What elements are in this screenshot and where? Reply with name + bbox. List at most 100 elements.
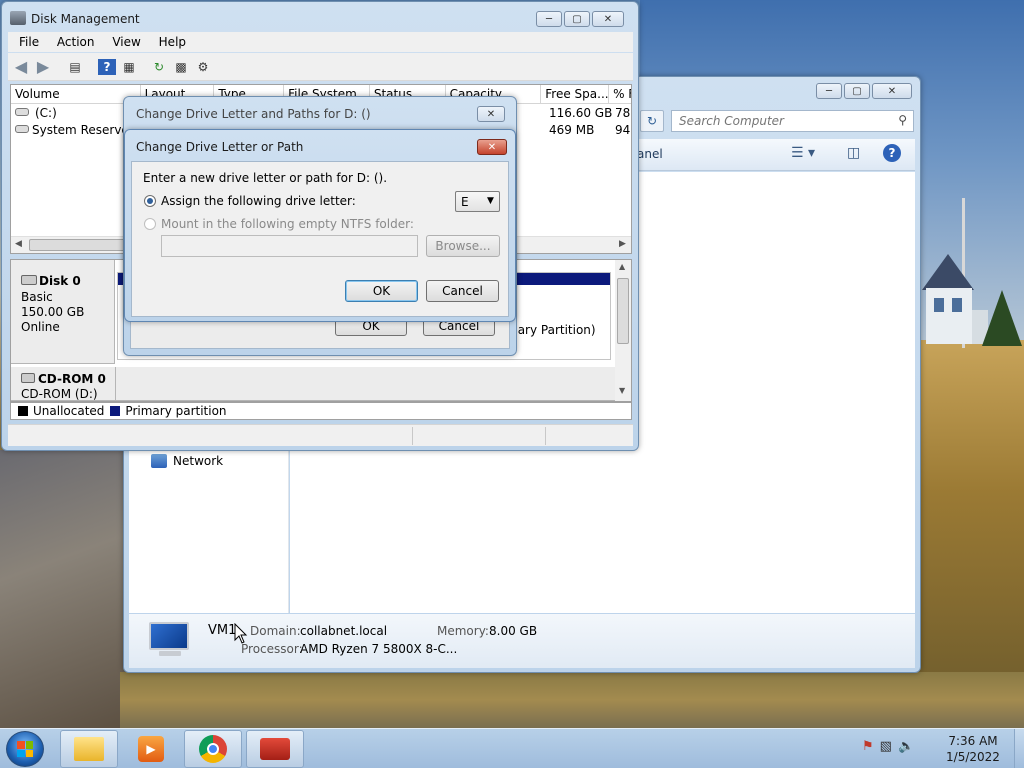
free-space: 116.60 GB bbox=[549, 106, 613, 120]
ok-button[interactable]: OK bbox=[345, 280, 418, 302]
column-percent-free[interactable]: % F bbox=[609, 85, 631, 103]
show-hide-console-icon[interactable]: ▤ bbox=[66, 59, 84, 75]
disk0-type: Basic bbox=[21, 290, 53, 304]
window-title: Disk Management bbox=[31, 12, 140, 26]
network-status-icon[interactable]: ▧ bbox=[880, 739, 892, 754]
legend: Unallocated Primary partition bbox=[10, 402, 632, 420]
drive-letter-select[interactable]: E ▼ bbox=[455, 191, 500, 212]
taskbar-toolbox[interactable] bbox=[246, 730, 304, 768]
disk0-info[interactable]: Disk 0 Basic 150.00 GB Online bbox=[11, 260, 115, 364]
legend-unallocated-swatch bbox=[18, 406, 28, 416]
maximize-button[interactable]: ▢ bbox=[844, 83, 870, 99]
clock[interactable]: 7:36 AM 1/5/2022 bbox=[936, 733, 1010, 765]
computer-monitor-icon bbox=[149, 622, 191, 658]
assign-letter-label: Assign the following drive letter: bbox=[161, 194, 356, 208]
taskbar-file-explorer[interactable] bbox=[60, 730, 118, 768]
menu-file[interactable]: File bbox=[19, 35, 39, 49]
cancel-button[interactable]: Cancel bbox=[426, 280, 499, 302]
toolbox-icon bbox=[260, 738, 290, 760]
drive-icon bbox=[15, 125, 29, 133]
media-player-icon: ▶ bbox=[138, 736, 164, 762]
drive-letter-dialog-body: Enter a new drive letter or path for D: … bbox=[131, 161, 509, 317]
search-icon: ⚲ bbox=[898, 113, 907, 127]
mouse-cursor bbox=[234, 623, 248, 644]
drive-letter-dialog: Change Drive Letter or Path ✕ Enter a ne… bbox=[124, 129, 516, 322]
legend-unallocated-label: Unallocated bbox=[33, 404, 105, 418]
menu-bar: File Action View Help bbox=[8, 32, 633, 52]
disk-management-icon bbox=[10, 11, 26, 25]
drive-paths-dialog-title: Change Drive Letter and Paths for D: () bbox=[136, 107, 371, 121]
properties-icon[interactable]: ▦ bbox=[120, 59, 138, 75]
processor-label: Processor: bbox=[241, 642, 303, 656]
taskbar-media-player[interactable]: ▶ bbox=[122, 730, 180, 768]
wallpaper-house bbox=[922, 254, 988, 344]
partition-label: mary Partition) bbox=[506, 323, 596, 337]
rescan-icon[interactable]: ▩ bbox=[172, 59, 190, 75]
assign-letter-radio[interactable] bbox=[144, 195, 156, 207]
domain-value: collabnet.local bbox=[300, 624, 388, 638]
computer-window-caption-buttons: ─ ▢ ✕ bbox=[816, 83, 912, 99]
network-icon bbox=[151, 454, 167, 468]
search-input[interactable] bbox=[672, 111, 882, 131]
system-tray: ⚑ ▧ 🔈 bbox=[862, 739, 914, 754]
nav-item-network-label: Network bbox=[173, 454, 224, 468]
percent-free: 78 bbox=[615, 106, 631, 120]
start-button[interactable] bbox=[6, 731, 44, 767]
mount-folder-path-input[interactable] bbox=[161, 235, 418, 257]
vertical-scrollbar-thumb[interactable] bbox=[617, 278, 629, 344]
mount-folder-radio[interactable] bbox=[144, 218, 156, 230]
cdrom0-info[interactable]: CD-ROM 0 CD-ROM (D:) bbox=[11, 367, 615, 401]
assign-letter-option[interactable]: Assign the following drive letter: bbox=[144, 194, 356, 208]
cdrom0-drive: CD-ROM (D:) bbox=[21, 387, 98, 401]
action-center-flag-icon[interactable]: ⚑ bbox=[862, 739, 874, 754]
windows-logo-icon bbox=[17, 741, 33, 757]
scroll-right-icon[interactable]: ▶ bbox=[619, 239, 626, 249]
help-icon[interactable]: ? bbox=[883, 144, 901, 162]
column-free-space[interactable]: Free Spa... bbox=[541, 85, 610, 103]
view-options-icon[interactable]: ☰ ▾ bbox=[791, 145, 815, 161]
control-panel-label[interactable]: anel bbox=[637, 147, 663, 161]
forward-icon[interactable]: ▶ bbox=[34, 57, 52, 76]
mount-folder-label: Mount in the following empty NTFS folder… bbox=[161, 217, 414, 231]
disk0-size: 150.00 GB bbox=[21, 305, 85, 319]
minimize-button[interactable]: ─ bbox=[536, 11, 562, 27]
search-box[interactable]: ⚲ bbox=[671, 110, 914, 132]
wallpaper-foreground bbox=[120, 672, 1024, 728]
percent-free: 94 bbox=[615, 123, 631, 137]
scroll-left-icon[interactable]: ◀ bbox=[15, 239, 22, 249]
close-button[interactable]: ✕ bbox=[872, 83, 912, 99]
scroll-up-icon[interactable]: ▲ bbox=[619, 262, 625, 271]
menu-view[interactable]: View bbox=[112, 35, 140, 49]
show-desktop-button[interactable] bbox=[1014, 729, 1024, 768]
taskbar-chrome[interactable] bbox=[184, 730, 242, 768]
back-icon[interactable]: ◀ bbox=[12, 57, 30, 76]
column-volume[interactable]: Volume bbox=[11, 85, 141, 103]
help-icon[interactable]: ? bbox=[98, 58, 116, 75]
refresh-icon[interactable]: ↻ bbox=[150, 59, 168, 75]
browse-button[interactable]: Browse... bbox=[426, 235, 500, 257]
scroll-down-icon[interactable]: ▼ bbox=[619, 386, 625, 395]
cdrom-icon bbox=[21, 373, 35, 383]
free-space: 469 MB bbox=[549, 123, 595, 137]
legend-primary-label: Primary partition bbox=[125, 404, 227, 418]
minimize-button[interactable]: ─ bbox=[816, 83, 842, 99]
settings-icon[interactable]: ⚙ bbox=[194, 59, 212, 75]
drive-letter-value: E bbox=[461, 195, 469, 209]
close-button[interactable]: ✕ bbox=[477, 139, 507, 155]
status-bar bbox=[8, 424, 633, 446]
refresh-button[interactable]: ↻ bbox=[640, 110, 664, 132]
mount-folder-option: Mount in the following empty NTFS folder… bbox=[144, 217, 414, 231]
close-button[interactable]: ✕ bbox=[592, 11, 624, 27]
preview-pane-icon[interactable]: ◫ bbox=[847, 145, 860, 161]
menu-help[interactable]: Help bbox=[159, 35, 186, 49]
close-button[interactable]: ✕ bbox=[477, 106, 505, 122]
maximize-button[interactable]: ▢ bbox=[564, 11, 590, 27]
drive-icon bbox=[15, 108, 29, 116]
scrollbar-thumb[interactable] bbox=[29, 239, 129, 251]
menu-action[interactable]: Action bbox=[57, 35, 95, 49]
volume-icon[interactable]: 🔈 bbox=[898, 739, 914, 754]
nav-item-network[interactable]: Network bbox=[151, 454, 223, 468]
vertical-scrollbar[interactable]: ▲ ▼ bbox=[615, 260, 631, 401]
taskbar: ▶ ⚑ ▧ 🔈 7:36 AM 1/5/2022 bbox=[0, 728, 1024, 768]
wallpaper-rocks bbox=[0, 450, 130, 730]
